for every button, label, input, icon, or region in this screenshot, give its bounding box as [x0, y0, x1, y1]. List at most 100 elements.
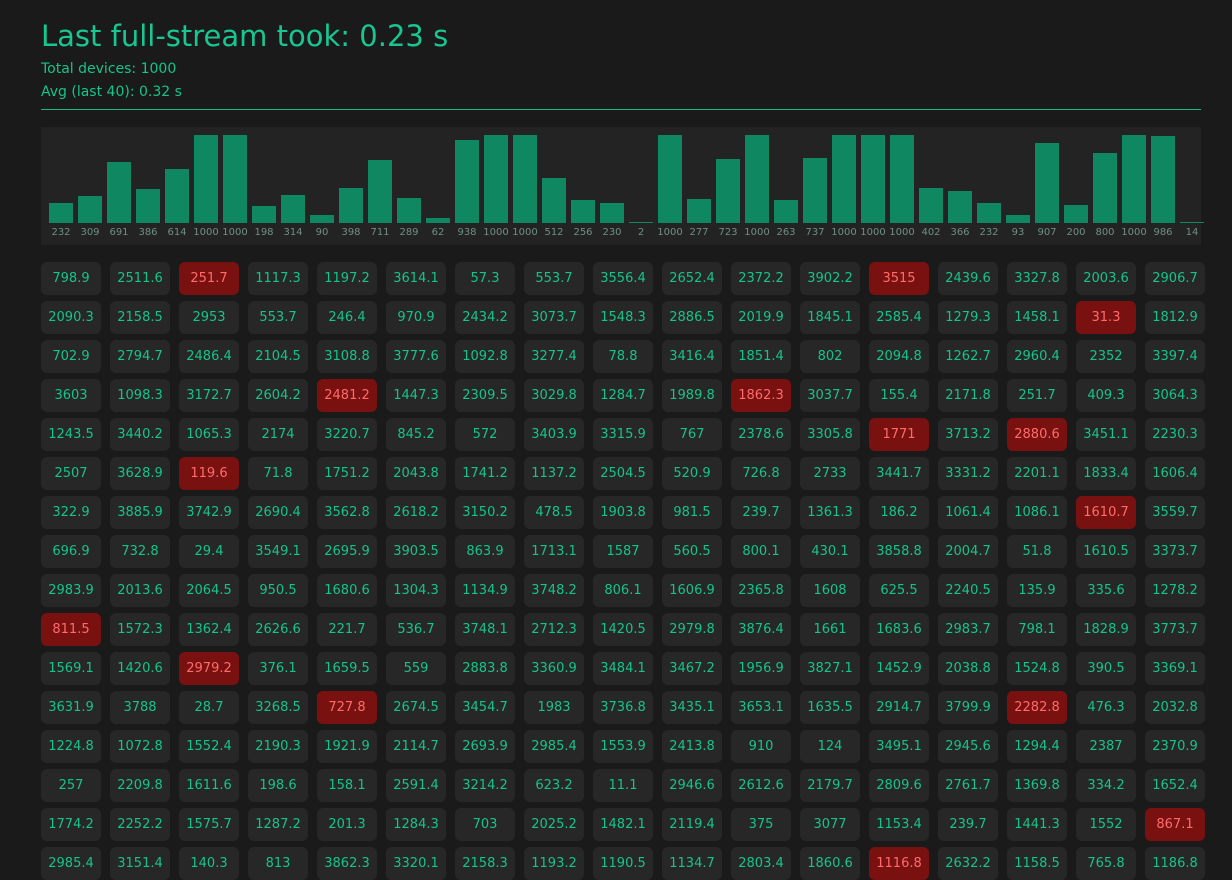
- device-cell: 376.1: [248, 652, 308, 685]
- device-cell: 3397.4: [1145, 340, 1205, 373]
- device-cell: 726.8: [731, 457, 791, 490]
- device-cell: 623.2: [524, 769, 584, 802]
- device-cell: 2114.7: [386, 730, 446, 763]
- chart-bar: [1122, 135, 1146, 223]
- chart-bar-label: 309: [80, 227, 100, 238]
- chart-bar: [861, 135, 885, 223]
- device-cell: 3315.9: [593, 418, 653, 451]
- device-cell: 2652.4: [662, 262, 722, 295]
- chart-bar: [194, 135, 218, 223]
- chart-bar-label: 198: [254, 227, 274, 238]
- device-cell: 2282.8: [1007, 691, 1067, 724]
- device-cell: 1652.4: [1145, 769, 1205, 802]
- device-cell: 1092.8: [455, 340, 515, 373]
- device-cell: 2201.1: [1007, 457, 1067, 490]
- device-cell: 2019.9: [731, 301, 791, 334]
- device-cell: 2693.9: [455, 730, 515, 763]
- device-cell: 2209.8: [110, 769, 170, 802]
- device-cell: 3742.9: [179, 496, 239, 529]
- device-cell: 2712.3: [524, 613, 584, 646]
- chart-bar: [78, 196, 102, 223]
- chart-bar-label: 938: [457, 227, 477, 238]
- device-cell: 51.8: [1007, 535, 1067, 568]
- device-cell: 3788: [110, 691, 170, 724]
- device-cell: 2413.8: [662, 730, 722, 763]
- device-cell: 2179.7: [800, 769, 860, 802]
- device-cell: 1065.3: [179, 418, 239, 451]
- chart-bar-label: 232: [979, 227, 999, 238]
- chart-bar-label: 2: [637, 227, 645, 238]
- chart-bar: [281, 195, 305, 223]
- device-cell: 1903.8: [593, 496, 653, 529]
- device-cell: 2626.6: [248, 613, 308, 646]
- device-cell: 1587: [593, 535, 653, 568]
- device-cell: 560.5: [662, 535, 722, 568]
- device-cell: 409.3: [1076, 379, 1136, 412]
- chart-bar-label: 1000: [222, 227, 248, 238]
- device-cell: 57.3: [455, 262, 515, 295]
- device-cell: 3736.8: [593, 691, 653, 724]
- device-cell: 11.1: [593, 769, 653, 802]
- device-cell: 1279.3: [938, 301, 998, 334]
- device-cell: 135.9: [1007, 574, 1067, 607]
- chart-bar: [919, 188, 943, 223]
- device-cell: 3748.1: [455, 613, 515, 646]
- device-cell: 2880.6: [1007, 418, 1067, 451]
- device-cell: 1117.3: [248, 262, 308, 295]
- device-cell: 1134.9: [455, 574, 515, 607]
- device-cell: 1845.1: [800, 301, 860, 334]
- device-cell: 2486.4: [179, 340, 239, 373]
- device-cell: 572: [455, 418, 515, 451]
- device-cell: 3150.2: [455, 496, 515, 529]
- chart-bar-label: 711: [370, 227, 390, 238]
- average-time-label: Avg (last 40): 0.32 s: [41, 84, 182, 100]
- device-cell: 31.3: [1076, 301, 1136, 334]
- device-cell: 2003.6: [1076, 262, 1136, 295]
- chart-bar-label: 691: [109, 227, 129, 238]
- chart-bar: [571, 200, 595, 223]
- device-cell: 1441.3: [1007, 808, 1067, 841]
- device-cell: 2439.6: [938, 262, 998, 295]
- chart-bar-label: 386: [138, 227, 158, 238]
- device-cell: 553.7: [524, 262, 584, 295]
- device-cell: 1989.8: [662, 379, 722, 412]
- device-cell: 1608: [800, 574, 860, 607]
- device-cell: 1751.2: [317, 457, 377, 490]
- device-cell: 2365.8: [731, 574, 791, 607]
- device-cell: 1659.5: [317, 652, 377, 685]
- device-cell: 950.5: [248, 574, 308, 607]
- chart-bar: [542, 178, 566, 223]
- device-cell: 239.7: [938, 808, 998, 841]
- device-cell: 1197.2: [317, 262, 377, 295]
- device-cell: 863.9: [455, 535, 515, 568]
- chart-bar-label: 512: [544, 227, 564, 238]
- device-cell: 1452.9: [869, 652, 929, 685]
- device-cell: 2043.8: [386, 457, 446, 490]
- device-cell: 696.9: [41, 535, 101, 568]
- device-cell: 2946.6: [662, 769, 722, 802]
- chart-bar-label: 723: [718, 227, 738, 238]
- device-cell: 2883.8: [455, 652, 515, 685]
- device-cell: 1661: [800, 613, 860, 646]
- device-cell: 2886.5: [662, 301, 722, 334]
- chart-bar-label: 1000: [889, 227, 915, 238]
- chart-bar: [1006, 215, 1030, 223]
- device-cell: 727.8: [317, 691, 377, 724]
- device-cell: 2004.7: [938, 535, 998, 568]
- device-cell: 2032.8: [1145, 691, 1205, 724]
- device-cell: 2979.8: [662, 613, 722, 646]
- device-cell: 2914.7: [869, 691, 929, 724]
- chart-bar-label: 62: [431, 227, 445, 238]
- chart-bar: [455, 140, 479, 223]
- device-cell: 198.6: [248, 769, 308, 802]
- device-cell: 1137.2: [524, 457, 584, 490]
- device-cell: 1278.2: [1145, 574, 1205, 607]
- device-cell: 2504.5: [593, 457, 653, 490]
- device-cell: 1061.4: [938, 496, 998, 529]
- chart-bar-label: 1000: [831, 227, 857, 238]
- chart-bar-label: 1000: [512, 227, 538, 238]
- device-cell: 1983: [524, 691, 584, 724]
- chart-bar-label: 398: [341, 227, 361, 238]
- device-cell: 3277.4: [524, 340, 584, 373]
- device-cell: 1575.7: [179, 808, 239, 841]
